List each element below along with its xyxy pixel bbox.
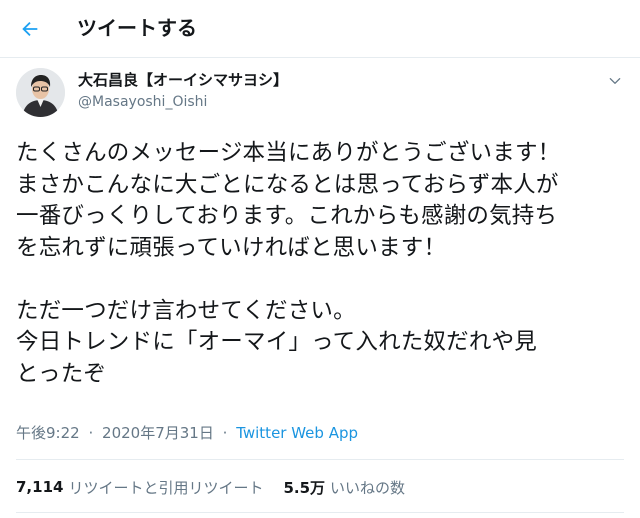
page-title: ツイートする	[77, 16, 197, 40]
retweets-stat-link[interactable]: 7,114 リツイートと引用リツイート	[16, 477, 263, 498]
back-button[interactable]	[10, 9, 50, 49]
retweets-count: 7,114	[16, 478, 64, 496]
avatar[interactable]	[16, 68, 65, 117]
tweet-line: とったぞ	[16, 360, 107, 387]
divider	[16, 512, 624, 513]
likes-stat-link[interactable]: 5.5万 いいねの数	[283, 477, 405, 498]
likes-label: いいねの数	[330, 478, 406, 497]
tweet-text: たくさんのメッセージ本当にありがとうございます！ まさかこんなに大ごとになるとは…	[16, 138, 626, 390]
meta-separator: ·	[88, 424, 94, 442]
tweet-line: たくさんのメッセージ本当にありがとうございます！	[16, 140, 561, 166]
tweet-detail-page: ツイートする 大石昌良【オーイシマサヨシ】 @Masayoshi_Oishi た…	[0, 0, 640, 518]
more-options-button[interactable]	[604, 70, 626, 92]
author-name[interactable]: 大石昌良【オーイシマサヨシ】	[78, 70, 288, 90]
tweet-time[interactable]: 午後9:22	[16, 424, 80, 442]
tweet-line: まさかこんなに大ごとになるとは思っておらず本人が	[16, 171, 559, 198]
tweet-line: ただ一つだけ言わせてください。	[16, 297, 356, 324]
avatar-image	[16, 68, 65, 117]
tweet-metadata: 午後9:22 · 2020年7月31日 · Twitter Web App	[16, 423, 358, 443]
tweet-line: を忘れずに頑張っていければと思います！	[16, 234, 447, 261]
tweet-line: 一番びっくりしております。これからも感謝の気持ち	[16, 203, 558, 229]
author-handle[interactable]: @Masayoshi_Oishi	[78, 92, 207, 112]
tweet-author: 大石昌良【オーイシマサヨシ】 @Masayoshi_Oishi	[0, 58, 640, 128]
retweets-label: リツイートと引用リツイート	[68, 478, 264, 497]
arrow-left-icon	[22, 21, 38, 37]
top-header: ツイートする	[0, 0, 640, 58]
tweet-stats: 7,114 リツイートと引用リツイート 5.5万 いいねの数	[16, 476, 405, 498]
divider	[16, 459, 624, 460]
likes-count: 5.5万	[283, 478, 326, 497]
meta-separator: ·	[222, 424, 228, 442]
chevron-down-icon	[609, 78, 621, 84]
tweet-line: 今日トレンドに「オーマイ」って入れた奴だれや見	[16, 329, 537, 355]
tweet-date[interactable]: 2020年7月31日	[102, 424, 214, 442]
tweet-source-link[interactable]: Twitter Web App	[236, 424, 358, 442]
